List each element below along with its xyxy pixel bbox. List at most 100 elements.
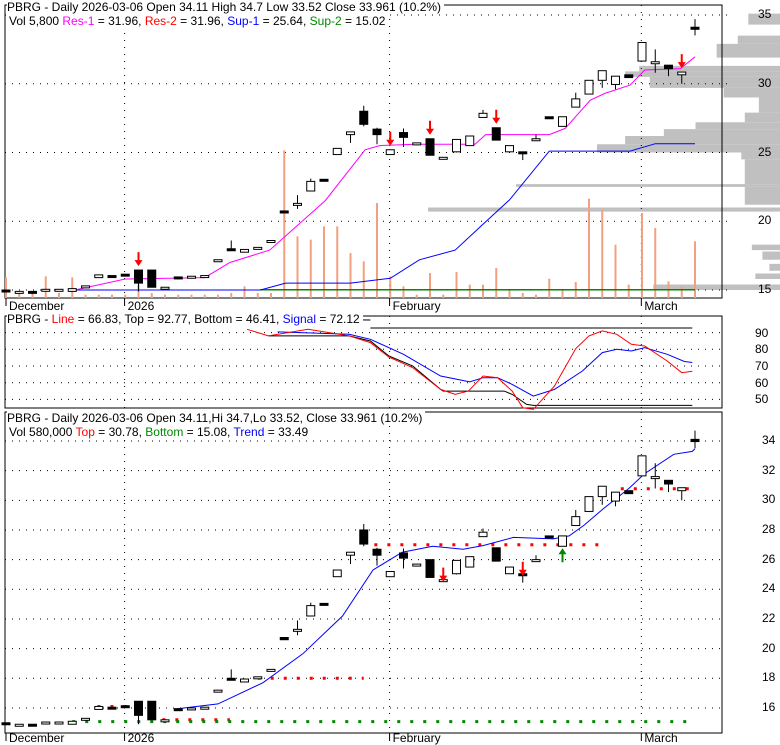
p3-candle [624,490,634,495]
x-tick-label: December [9,299,65,313]
down-arrow-icon [386,131,395,146]
p3-candle [240,678,249,683]
bottom-value: = 15.08, [186,425,231,439]
volume-bar [601,209,604,298]
y-tick-label: 22 [762,610,776,625]
line-value: = 66.83, Top = 92.77, Bottom = 46.41, [77,312,280,326]
p1-candle [306,180,316,192]
y-tick-label: 80 [755,342,769,357]
p3-candle [1,722,11,726]
p1-candle [200,275,210,279]
x-tick-label: March [644,731,678,745]
p3-candle [81,717,90,721]
y-tick-label: 50 [755,392,769,407]
volume-bar [468,284,471,298]
p1-candle [597,70,607,81]
p1-candle [531,138,541,142]
y-tick-label: 30 [762,492,776,507]
p3-candle [399,552,408,559]
panel3-legend: Vol 580,000 Top = 30.78, Bottom = 15.08,… [9,425,312,439]
volume-bar [58,293,60,298]
p1-candle [253,246,263,250]
y-tick-label: 20 [758,213,772,228]
p1-candle [478,112,488,118]
p3-candle [293,628,302,632]
p1-candle [160,286,170,290]
y-tick-label: 90 [755,325,769,340]
volume-bar [217,294,219,298]
p1-candle [346,131,355,136]
p1-candle [505,145,514,153]
p1-candle [266,240,276,243]
volume-bar [270,293,272,298]
p3-candle [54,721,64,725]
volume-bar [111,294,113,298]
p1-candle [412,142,422,146]
bottom-label: Bottom [145,425,184,439]
p1-candle [425,138,435,156]
p3-candle [359,529,369,545]
p3-candle [597,485,607,498]
volume-bar [548,278,551,298]
x-tick-label: February [392,731,441,745]
p1-candle [226,248,236,252]
volume-bar [442,294,445,298]
panel3-title: PBRG - Daily 2026-03-06 Open 34.11,Hi 34… [7,411,426,425]
volume-bar [521,293,524,298]
volume-bar [336,226,339,298]
volume-bar [349,253,352,298]
p3-candle [558,535,567,547]
volume-bar [256,293,259,298]
p1-candle [690,26,700,30]
p1-candle [372,128,382,136]
sup2-value: = 15.02 [345,14,386,28]
y-tick-label: 18 [762,670,776,685]
volume-bar [44,276,47,298]
volume-bar [376,203,378,298]
volume-profile-bar [744,112,780,123]
p1-candle [14,290,24,294]
bottom-track-line [268,335,693,406]
p3-candle [253,676,263,680]
p1-candle [491,127,501,141]
y-tick-label: 32 [762,462,776,477]
volume-bar [389,276,392,298]
trend-label: Trend [233,425,265,439]
p3-candle [107,706,117,710]
p3-candle [637,455,647,477]
y-tick-label: 20 [762,640,776,655]
panel-frame-2 [4,315,723,409]
p3-candle [187,707,196,711]
p3-candle [134,700,143,716]
p1-candle [584,79,594,95]
x-tick-label: February [392,299,441,313]
y-tick-label: 25 [758,144,772,159]
volume-bar [296,236,299,298]
p3-candle [28,723,37,727]
p3-candle [160,719,170,723]
volume-bar [455,272,458,298]
p1-candle [332,147,342,156]
volume-bar [190,294,193,298]
res1-value: = 31.96, [97,14,142,28]
panel2-legend: PBRG - Line = 66.83, Top = 92.77, Bottom… [7,312,363,326]
top-label: Top [75,425,95,439]
p1-candle [544,116,554,120]
p3-candle [226,677,236,681]
down-arrow-icon [134,252,143,267]
p3-candle [14,723,24,727]
volume-profile-bar [428,207,780,212]
p1-candle [67,288,77,292]
p3-candle [690,438,700,443]
y-tick-label: 26 [762,551,776,566]
p1-candle [438,156,448,160]
p3-candle [94,705,104,710]
volume-bar [230,293,233,298]
top-value: = 30.78, [98,425,142,439]
p1-candle [240,248,249,253]
signal-label: Signal [282,312,317,326]
volume-profile-bar [516,184,780,187]
p1-candle [319,178,329,182]
volume-bar [680,286,683,298]
y-tick-label: 24 [762,581,776,596]
